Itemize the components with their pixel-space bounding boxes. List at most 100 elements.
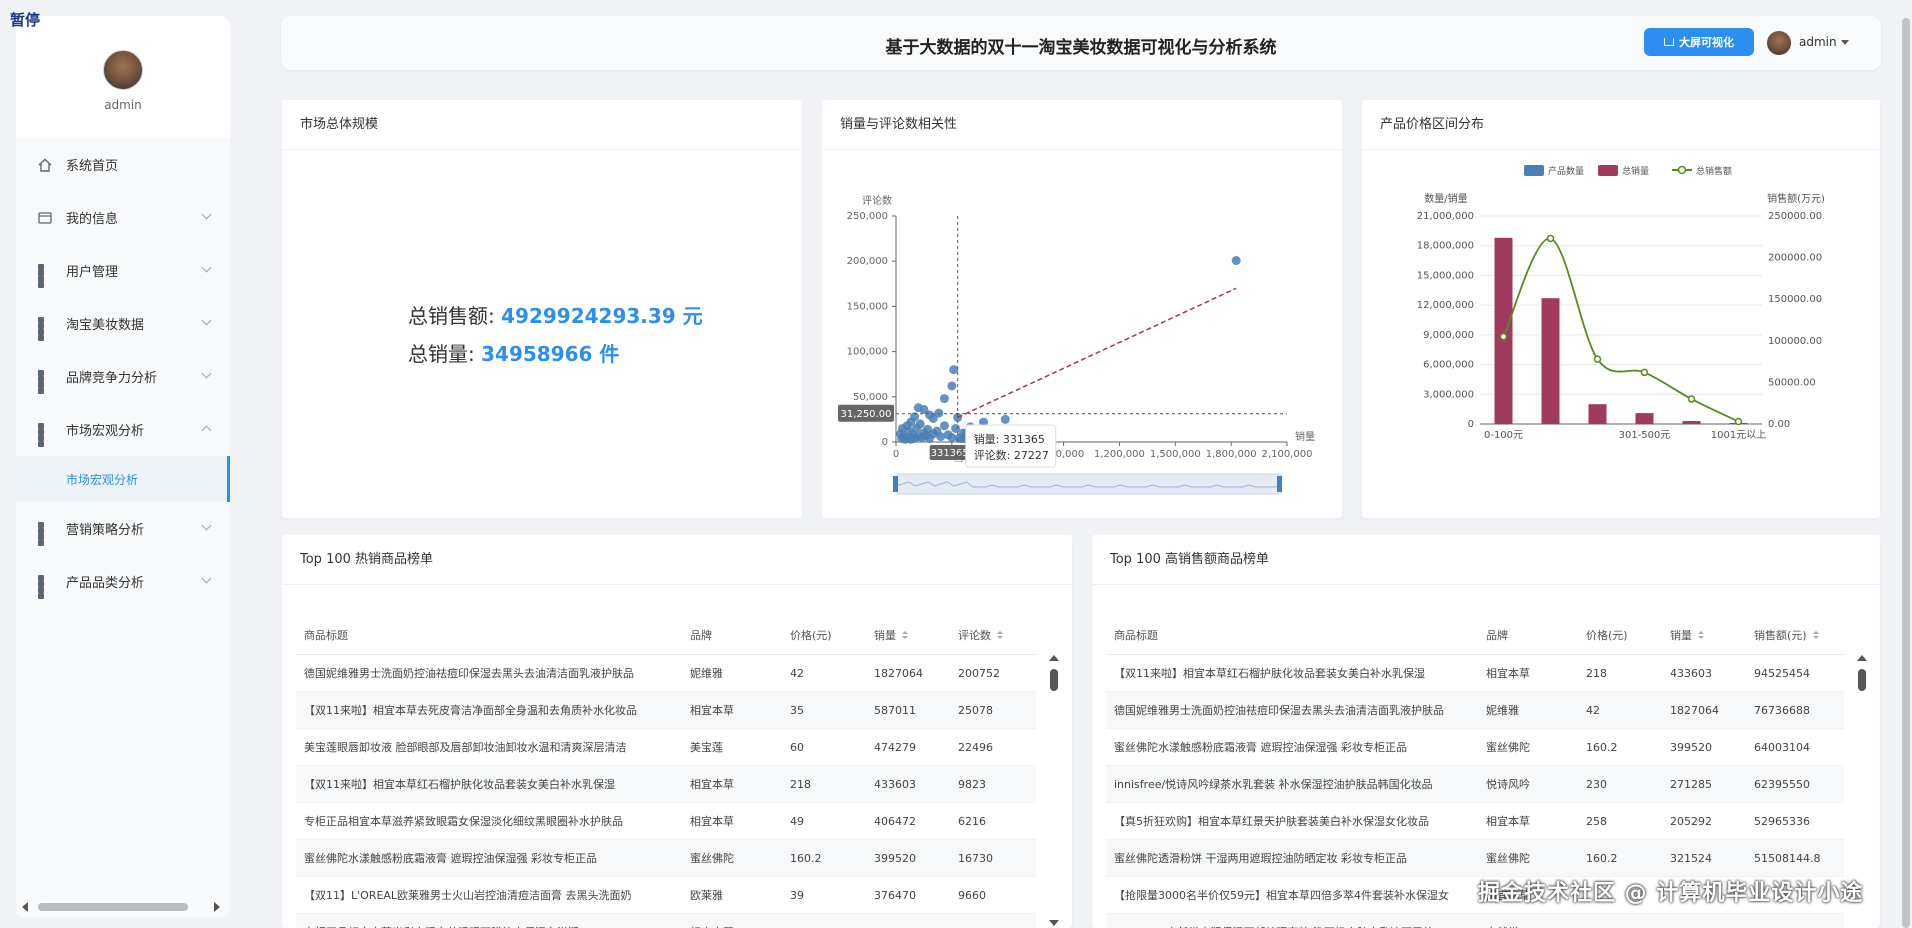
scatter-chart[interactable]: 评论数销量 0 50,000 100,000 150,000 200,000 250,000… — [822, 150, 1342, 518]
sidebar-item-1[interactable]: 我的信息 — [16, 191, 230, 244]
table-cell: 205292 — [1670, 814, 1712, 828]
table-row[interactable]: innisfree/悦诗风吟绿茶水乳套装 补水保湿控油护肤品韩国化妆品 悦诗风吟 2… — [1106, 766, 1844, 803]
x-tick-label: 1001元以上 — [1711, 429, 1766, 441]
sidebar-item-2[interactable]: 用户管理 — [16, 244, 230, 297]
table-cell: 76736688 — [1754, 703, 1810, 717]
scrollbar-thumb[interactable] — [1858, 669, 1866, 691]
scatter-point — [951, 423, 961, 433]
table-row[interactable]: 【双11】L'OREAL欧莱雅男士火山岩控油清痘洁面膏 去黑头洗面奶 欧莱雅 39 3… — [296, 877, 1036, 914]
table-row[interactable]: 蜜丝佛陀水漾触感粉底霜液膏 遮瑕控油保湿强 彩妆专柜正品 蜜丝佛陀 160.2 399… — [296, 840, 1036, 877]
y-left-tick-label: 12,000,000 — [1417, 300, 1474, 311]
table-cell: 专柜正品相宜本草光彩立现白茶睡眠面膜补水保湿女滋润 — [296, 924, 682, 928]
sidebar-item-4[interactable]: 品牌竞争力分析 — [16, 350, 230, 403]
sort-icon[interactable] — [1698, 630, 1706, 641]
table-row[interactable]: 专柜正品相宜本草光彩立现白茶睡眠面膜补水保湿女滋润相宜本草35357015375… — [296, 914, 1036, 928]
table-cell: 39 — [790, 888, 804, 902]
table-row[interactable]: 蜜丝佛陀透滑粉饼 干湿两用遮瑕控油防晒定妆 彩妆专柜正品 蜜丝佛陀 160.2 321… — [1106, 840, 1844, 877]
sidebar-subitem-active[interactable]: 市场宏观分析 — [16, 456, 230, 502]
scrollbar-thumb[interactable] — [1050, 669, 1058, 691]
hot-table-scrollbar[interactable] — [1048, 655, 1060, 928]
data-zoom-handle-right[interactable] — [1277, 476, 1282, 492]
table-row[interactable]: 【双11来啦】相宜本草红石榴护肤化妆品套装女美白补水乳保湿 相宜本草 218 4336… — [296, 766, 1036, 803]
sidebar-item-7[interactable]: 产品品类分析 — [16, 555, 230, 608]
big-screen-button-label: 大屏可视化 — [1679, 36, 1734, 49]
table-row[interactable]: 【双11来啦】相宜本草红石榴护肤化妆品套装女美白补水乳保湿 相宜本草 218 4336… — [1106, 655, 1844, 692]
table-row[interactable]: 【双11来啦】相宜本草去死皮膏洁净面部全身温和去角质补水化妆品 相宜本草 35 587… — [296, 692, 1036, 729]
scroll-up-arrow-icon[interactable] — [1857, 655, 1867, 661]
table-cell: 321524 — [1670, 851, 1712, 865]
scroll-down-arrow-icon[interactable] — [1049, 920, 1059, 926]
table-cell: 16730 — [958, 851, 993, 865]
sidebar-item-0[interactable]: 系统首页 — [16, 138, 230, 191]
top-header: 基于大数据的双十一淘宝美妆数据可视化与分析系统 大屏可视化 admin — [281, 16, 1881, 70]
price-range-chart[interactable]: 产品数量 总销量 总销售额数量/销量 销售额(万元) 0 3,000,000 6,000,0… — [1362, 150, 1880, 518]
table-cell: 相宜本草 — [1486, 667, 1530, 680]
table-cell: 6216 — [958, 814, 986, 828]
table-row[interactable]: 德国妮维雅男士洗面奶控油祛痘印保湿去黑头去油清洁面乳液护肤品 妮维雅 42 18270… — [1106, 692, 1844, 729]
sidebar: admin 系统首页我的信息用户管理 淘宝美妆数据品牌竞争力分析市场宏观分析 市场宏… — [16, 16, 230, 918]
table-row[interactable]: 美宝莲眼唇卸妆液 脸部眼部及唇部卸妆油卸妆水温和清爽深层清洁 美宝莲 60 47427… — [296, 729, 1036, 766]
scroll-left-arrow-icon[interactable] — [22, 902, 28, 912]
y-left-tick-label: 3,000,000 — [1423, 389, 1474, 400]
avatar[interactable] — [103, 50, 143, 90]
y-left-tick-label: 0 — [1468, 419, 1474, 430]
sidebar-horizontal-scrollbar[interactable] — [16, 894, 230, 918]
table-cell: 蜜丝佛陀 — [1486, 852, 1530, 865]
table-row[interactable]: 蜜丝佛陀水漾触感粉底霜液膏 遮瑕控油保湿强 彩妆专柜正品 蜜丝佛陀 160.2 399… — [1106, 729, 1844, 766]
sort-icon[interactable] — [1812, 630, 1821, 641]
sidebar-item-label: 品牌竞争力分析 — [66, 371, 158, 386]
column-header-label: 品牌 — [690, 628, 712, 642]
column-header[interactable]: 销量 — [1662, 627, 1746, 643]
scrollbar-thumb[interactable] — [38, 903, 188, 911]
total-sales-amount: 总销售额: 4929924293.39 元 — [408, 300, 703, 329]
table-cell: 相宜本草 — [1486, 815, 1530, 828]
table-body: 德国妮维雅男士洗面奶控油祛痘印保湿去黑头去油清洁面乳液护肤品 妮维雅 42 18270… — [296, 655, 1036, 928]
header-avatar[interactable] — [1767, 31, 1791, 55]
big-screen-button[interactable]: 大屏可视化 — [1644, 28, 1754, 56]
y-left-tick-label: 18,000,000 — [1417, 241, 1474, 252]
sort-icon[interactable] — [997, 630, 1005, 641]
user-dropdown-caret-icon[interactable] — [1841, 40, 1849, 45]
line-point-total-amount — [1546, 234, 1555, 243]
y-left-tick-label: 15,000,000 — [1417, 270, 1474, 281]
column-header[interactable]: 评论数 — [950, 627, 1036, 643]
sidebar-item-3[interactable]: 淘宝美妆数据 — [16, 297, 230, 350]
header-username[interactable]: admin — [1799, 35, 1837, 49]
scatter-point — [915, 419, 925, 429]
table-row[interactable]: 专柜正品相宜本草滋养紧致眼霜女保湿淡化细纹黑眼圈补水护肤品 相宜本草 49 40647… — [296, 803, 1036, 840]
table-cell: 悦诗风吟 — [1486, 778, 1530, 791]
column-header: 价格(元) — [782, 627, 866, 643]
chevron-up-icon — [201, 425, 212, 436]
table-cell: 1827064 — [1670, 703, 1719, 717]
y-left-tick-label: 21,000,000 — [1417, 211, 1474, 222]
profile-username: admin — [104, 98, 142, 112]
table-cell: 433603 — [1670, 666, 1712, 680]
pause-label[interactable]: 暂停 — [10, 9, 40, 30]
sidebar-item-6[interactable]: 营销策略分析 — [16, 502, 230, 555]
sidebar-item-5[interactable]: 市场宏观分析 — [16, 403, 230, 456]
data-zoom-slider[interactable] — [895, 473, 1282, 495]
table-row[interactable]: 德国妮维雅男士洗面奶控油祛痘印保湿去黑头去油清洁面乳液护肤品 妮维雅 42 18270… — [296, 655, 1036, 692]
sidebar-item-label: 产品品类分析 — [66, 576, 145, 591]
column-header[interactable]: 销量 — [866, 627, 950, 643]
table-row[interactable]: 【真5折狂欢购】相宜本草红景天护肤套装美白补水保湿女化妆品 相宜本草 258 2052… — [1106, 803, 1844, 840]
scrollbar-thumb[interactable] — [1902, 18, 1910, 928]
data-zoom-handle-left[interactable] — [893, 476, 898, 492]
table-cell: 42 — [790, 666, 804, 680]
scroll-right-arrow-icon[interactable] — [214, 902, 220, 912]
page-title: 基于大数据的双十一淘宝美妆数据可视化与分析系统 — [885, 38, 1277, 58]
y-right-tick-label: 200000.00 — [1768, 253, 1822, 264]
page-vertical-scrollbar[interactable] — [1900, 0, 1912, 928]
table-row[interactable]: CHANDO/自然堂水润保湿面部护理套装 洗面奶爽肤水乳液面霜补自然堂18925… — [1106, 914, 1844, 928]
hot-products-table: 商品标题 品牌 价格(元) 销量 评论数德国妮维雅男士洗面奶控油祛痘印保湿去黑头去油清洁… — [296, 615, 1036, 928]
column-header-label: 商品标题 — [304, 628, 348, 642]
scatter-point — [925, 433, 935, 443]
sidebar-item-label: 我的信息 — [66, 212, 119, 227]
scroll-up-arrow-icon[interactable] — [1049, 655, 1059, 661]
table-cell: 22496 — [958, 740, 993, 754]
chevron-down-icon — [201, 368, 212, 379]
x-tick-label: 301-500元 — [1619, 430, 1671, 441]
sort-icon[interactable] — [902, 630, 910, 641]
column-header[interactable]: 销售额(元) — [1746, 627, 1842, 643]
table-cell: 【真5折狂欢购】相宜本草红景天护肤套装美白补水保湿女化妆品 — [1114, 815, 1429, 828]
